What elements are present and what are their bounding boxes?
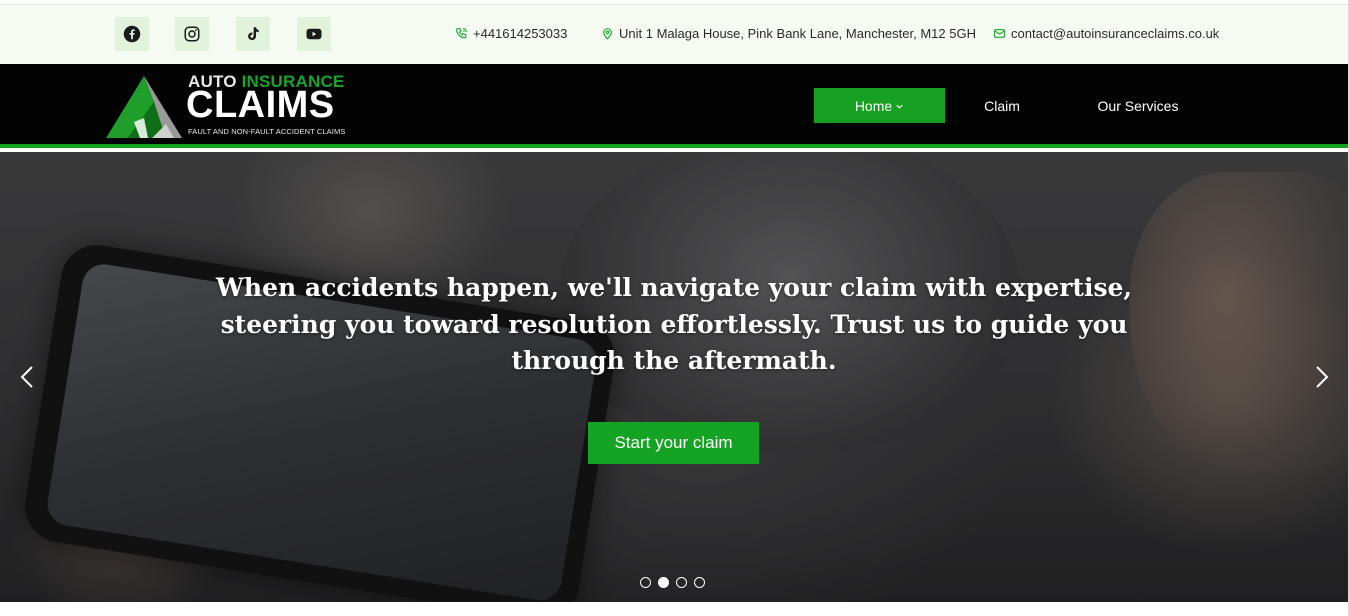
facebook-icon	[123, 25, 141, 43]
page-bottom-strip	[0, 602, 1349, 616]
youtube-link[interactable]	[297, 17, 331, 51]
phone-number: +441614253033	[473, 26, 568, 41]
phone-contact[interactable]: +441614253033	[455, 26, 567, 41]
chevron-down-icon	[896, 104, 903, 109]
address-contact: Unit 1 Malaga House, Pink Bank Lane, Man…	[601, 26, 976, 41]
instagram-link[interactable]	[175, 17, 209, 51]
address-text: Unit 1 Malaga House, Pink Bank Lane, Man…	[619, 26, 976, 41]
email-text: contact@autoinsuranceclaims.co.uk	[1011, 26, 1220, 41]
youtube-icon	[306, 28, 322, 40]
hero-slider: When accidents happen, we'll navigate yo…	[0, 152, 1349, 602]
slider-prev-arrow-icon[interactable]	[16, 364, 40, 390]
nav-claim-label: Claim	[984, 97, 1020, 114]
nav-claim[interactable]: Claim	[970, 88, 1034, 123]
location-pin-icon	[603, 28, 612, 40]
phone-icon	[456, 28, 467, 39]
slider-dot-4[interactable]	[694, 577, 705, 588]
nav-our-services[interactable]: Our Services	[1090, 88, 1186, 123]
slider-dot-1[interactable]	[640, 577, 651, 588]
mail-icon	[994, 29, 1005, 38]
email-contact[interactable]: contact@autoinsuranceclaims.co.uk	[993, 26, 1219, 41]
site-logo[interactable]: AUTO INSURANCE CLAIMS FAULT AND NON-FAUL…	[104, 70, 348, 140]
nav-services-label: Our Services	[1097, 97, 1179, 114]
tiktok-link[interactable]	[236, 17, 270, 51]
logo-main-word: CLAIMS	[186, 84, 335, 126]
main-navbar: AUTO INSURANCE CLAIMS FAULT AND NON-FAUL…	[0, 64, 1349, 148]
slider-dot-2[interactable]	[658, 577, 669, 588]
hero-headline: When accidents happen, we'll navigate yo…	[215, 273, 1133, 375]
logo-mark-icon	[106, 76, 182, 138]
start-claim-button[interactable]: Start your claim	[588, 422, 759, 464]
logo-tagline: FAULT AND NON-FAULT ACCIDENT CLAIMS	[188, 127, 346, 136]
nav-home[interactable]: Home	[814, 88, 945, 123]
tiktok-icon	[248, 27, 259, 40]
slider-pagination	[640, 577, 705, 588]
instagram-icon	[184, 26, 200, 42]
slider-dot-3[interactable]	[676, 577, 687, 588]
nav-home-label: Home	[854, 97, 893, 114]
top-bar: +441614253033 Unit 1 Malaga House, Pink …	[0, 4, 1349, 64]
facebook-link[interactable]	[115, 17, 149, 51]
slider-next-arrow-icon[interactable]	[1309, 364, 1333, 390]
